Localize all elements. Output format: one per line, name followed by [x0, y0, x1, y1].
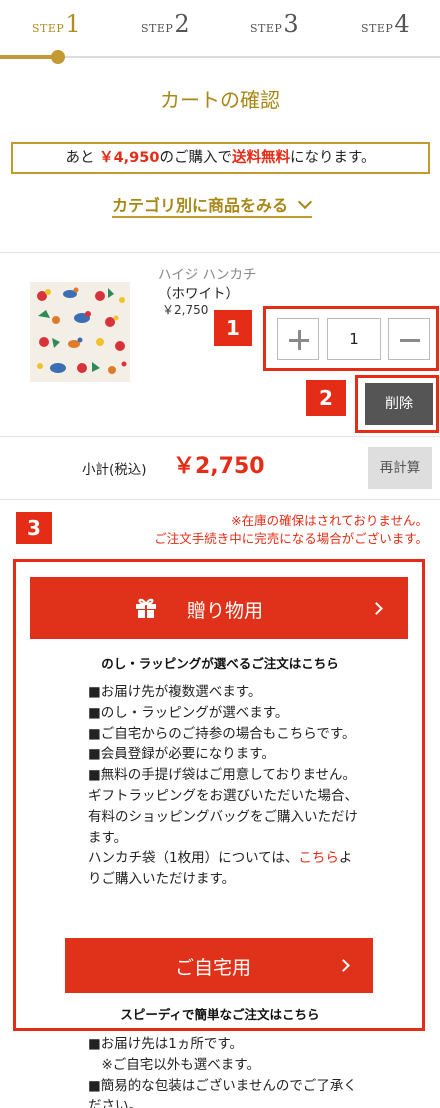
delete-button[interactable]: 削除: [365, 383, 433, 425]
shipping-free: 送料無料: [231, 150, 290, 166]
handkerchief-pattern-icon: [30, 282, 130, 382]
home-order-button[interactable]: ご自宅用: [65, 938, 373, 993]
stock-notice-line1: ※在庫の確保はされておりません。: [231, 513, 428, 528]
progress-fill: [0, 55, 58, 59]
step-4: STEP4: [361, 10, 410, 38]
handkerchief-bag-note: ハンカチ袋（1枚用）については、こちらよりご購入いただけます。: [88, 848, 358, 890]
product-name[interactable]: ハイジ ハンカチ: [158, 263, 257, 283]
shipping-post: になります。: [289, 150, 376, 166]
step-number: 2: [174, 10, 190, 38]
gift-feature-list: ■お届け先が複数選べます。 ■のし・ラッピングが選べます。 ■ご自宅からのご持参…: [88, 682, 358, 890]
home-feature-list: ■お届け先は1ヵ所です。 ※ご自宅以外も選べます。 ■簡易的な包装はございません…: [88, 1034, 358, 1108]
step-label: STEP: [361, 22, 394, 35]
list-item: ■会員登録が必要になります。: [88, 746, 275, 763]
list-item: ■お届け先は1ヵ所です。: [88, 1036, 243, 1052]
divider: [0, 436, 440, 437]
annotation-badge-1: 1: [214, 310, 252, 346]
quantity-input[interactable]: 1: [327, 318, 381, 360]
product-variant: （ホワイト）: [158, 286, 239, 302]
step-label: STEP: [250, 22, 283, 35]
chevron-right-icon: [370, 602, 383, 615]
category-link-label: カテゴリ別に商品をみる: [112, 196, 289, 215]
shipping-mid: のご購入で: [159, 150, 232, 166]
stock-notice: ※在庫の確保はされておりません。 ご注文手続き中に完売になる場合がございます。: [154, 512, 428, 548]
shipping-pre: あと: [65, 150, 95, 166]
progress-dot: [51, 50, 65, 64]
home-button-label: ご自宅用: [175, 957, 252, 979]
step-label: STEP: [141, 22, 174, 35]
step-number: 1: [65, 10, 81, 38]
plus-icon-stem: [297, 330, 301, 350]
list-item: ■簡易的な包装はございませんのでご了承ください。: [88, 1077, 357, 1108]
minus-icon: [400, 339, 420, 342]
gift-order-button[interactable]: 贈り物用: [30, 577, 408, 639]
list-item: ※ご自宅以外も選べます。: [88, 1056, 260, 1073]
step-2: STEP2: [141, 10, 190, 38]
subtotal-label: 小計(税込): [82, 462, 147, 478]
gift-button-label: 贈り物用: [187, 600, 264, 622]
list-item: ■ご自宅からのご持参の場合もこちらです。: [88, 725, 356, 742]
shipping-amount: ￥4,950: [99, 150, 160, 166]
page-title: カートの確認: [160, 88, 280, 112]
step-number: 4: [394, 10, 410, 38]
step-label: STEP: [32, 22, 65, 35]
annotation-badge-3: 3: [16, 512, 52, 544]
increase-quantity-button[interactable]: [277, 318, 319, 360]
step-number: 3: [283, 10, 299, 38]
divider: [0, 252, 440, 253]
progress-track: [0, 56, 440, 58]
subtotal-value: ￥2,750: [173, 454, 265, 479]
product-price: ￥2,750: [162, 303, 209, 317]
stock-notice-line2: ご注文手続き中に完売になる場合がございます。: [154, 531, 428, 546]
recalculate-button[interactable]: 再計算: [368, 447, 432, 489]
annotation-badge-2: 2: [306, 380, 346, 416]
category-link[interactable]: カテゴリ別に商品をみる: [112, 192, 313, 218]
gift-icon: [136, 598, 156, 618]
bag-note-link[interactable]: こちら: [298, 850, 339, 866]
list-item: ■のし・ラッピングが選べます。: [88, 704, 289, 721]
divider: [0, 499, 440, 500]
step-3: STEP3: [250, 10, 299, 38]
step-1: STEP1: [32, 10, 81, 38]
shipping-notice: あと ￥4,950のご購入で送料無料になります。: [11, 142, 430, 174]
product-image[interactable]: [30, 282, 130, 382]
home-subhead: スピーディで簡単なご注文はこちら: [120, 1007, 320, 1022]
bag-note-pre: ハンカチ袋（1枚用）については、: [88, 850, 299, 867]
chevron-right-icon: [337, 959, 350, 972]
chevron-down-icon: [297, 194, 313, 210]
gift-subhead: のし・ラッピングが選べるご注文はこちら: [101, 656, 339, 671]
decrease-quantity-button[interactable]: [388, 318, 430, 360]
list-item: ■お届け先が複数選べます。: [88, 684, 262, 700]
list-item: ■無料の手提げ袋はご用意しておりません。ギフトラッピングをお選びいただいた場合、…: [88, 767, 358, 846]
